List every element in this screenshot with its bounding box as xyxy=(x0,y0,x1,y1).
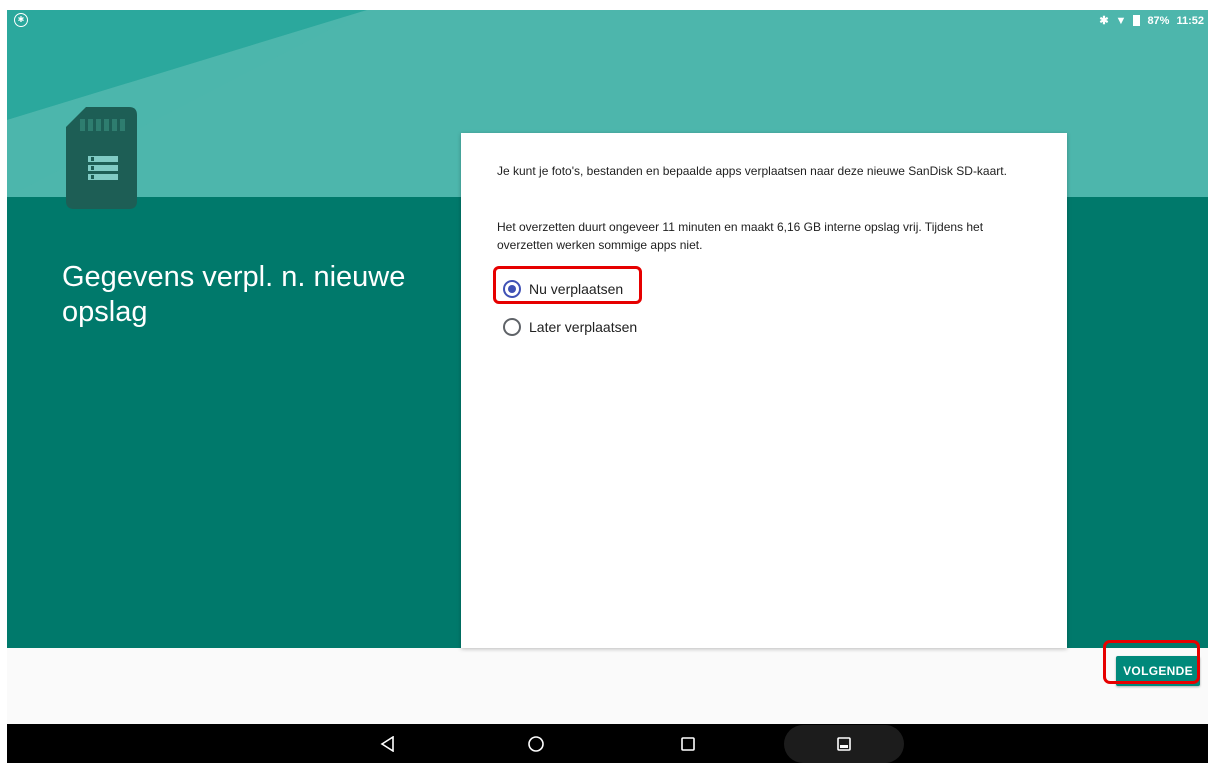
option-move-later[interactable]: Later verplaatsen xyxy=(503,318,637,336)
clock: 11:52 xyxy=(1176,14,1204,27)
screenshot-icon[interactable] xyxy=(832,732,856,756)
transfer-info-text: Het overzetten duurt ongeveer 11 minuten… xyxy=(497,220,984,252)
battery-icon xyxy=(1133,15,1141,26)
bluetooth-circle-icon: ✱ xyxy=(14,13,28,27)
recents-icon[interactable] xyxy=(676,732,700,756)
battery-percent: 87% xyxy=(1147,14,1170,27)
sd-card-icon xyxy=(66,107,137,209)
option-move-now[interactable]: Nu verplaatsen xyxy=(503,280,623,298)
status-bar: ✱ ✱ ▼ 87% 11:52 xyxy=(7,10,1208,32)
radio-move-now[interactable] xyxy=(503,280,521,298)
option-move-later-label: Later verplaatsen xyxy=(529,319,638,335)
home-icon[interactable] xyxy=(524,732,548,756)
bluetooth-icon: ✱ xyxy=(1099,15,1109,27)
wifi-icon: ▼ xyxy=(1115,14,1127,27)
back-icon[interactable] xyxy=(376,732,400,756)
content-card: Je kunt je foto's, bestanden en bepaalde… xyxy=(461,133,1067,648)
description-text: Je kunt je foto's, bestanden en bepaalde… xyxy=(497,164,1007,178)
status-icons: ✱ ▼ 87% 11:52 xyxy=(1099,14,1204,28)
navigation-bar xyxy=(7,724,1208,763)
device-screen: ✱ ✱ ▼ 87% 11:52 Gegevens verpl. n. nieuw… xyxy=(7,10,1208,763)
radio-move-later[interactable] xyxy=(503,318,521,336)
page-title: Gegevens verpl. n. nieuwe opslag xyxy=(62,261,406,328)
next-button[interactable]: VOLGENDE xyxy=(1116,656,1200,686)
option-move-now-label: Nu verplaatsen xyxy=(529,281,624,297)
